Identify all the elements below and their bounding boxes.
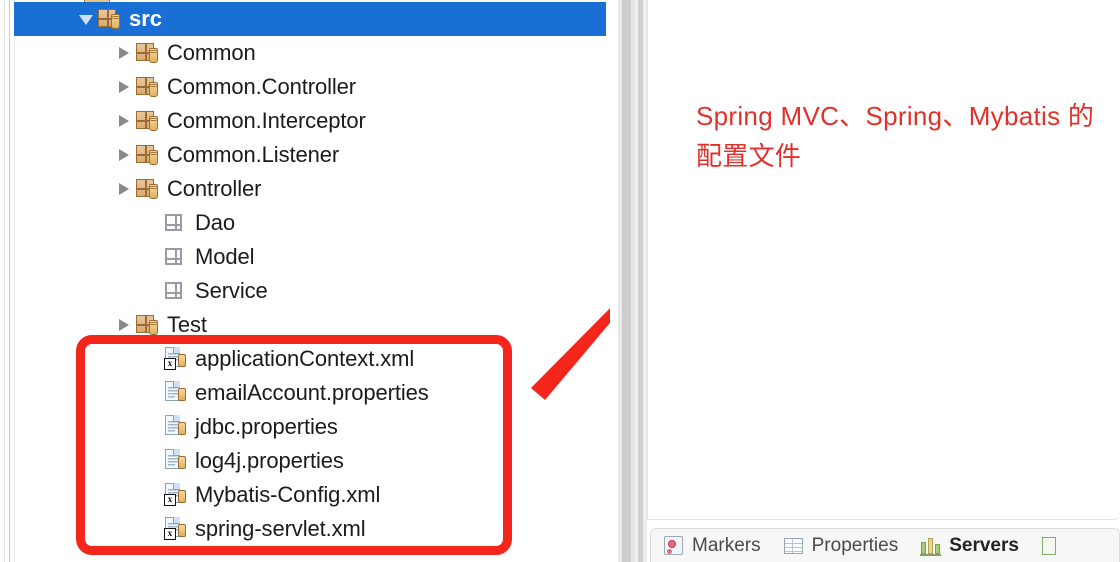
empty-package-icon: [164, 212, 188, 234]
view-tab-properties[interactable]: Properties: [783, 534, 899, 557]
bottom-view-tab-bar[interactable]: Markers Properties Servers: [650, 528, 1120, 562]
twisty-placeholder: [142, 240, 164, 274]
indent-spacer: [14, 206, 142, 240]
chevron-right-icon[interactable]: [114, 104, 136, 138]
package-icon: [136, 314, 160, 336]
tree-item-common-controller[interactable]: Common.Controller: [14, 70, 356, 104]
tree-item-common-listener[interactable]: Common.Listener: [14, 138, 339, 172]
tree-item-label: Test: [167, 312, 207, 337]
tree-item-log4j-properties[interactable]: log4j.properties: [14, 444, 344, 478]
xml-file-icon: x: [164, 482, 188, 508]
tree-item-label: Model: [195, 244, 255, 269]
tree-item-dao[interactable]: Dao: [14, 206, 235, 240]
indent-spacer: [14, 376, 142, 410]
tree-item-controller[interactable]: Controller: [14, 172, 261, 206]
tree-item-common[interactable]: Common: [14, 36, 256, 70]
tree-item-emailaccount-properties[interactable]: emailAccount.properties: [14, 376, 429, 410]
tree-item-label: Dao: [195, 210, 236, 235]
package-icon: [136, 178, 160, 200]
tree-item-label: src: [129, 6, 163, 31]
tree-item-common-interceptor[interactable]: Common.Interceptor: [14, 104, 366, 138]
tree-item-label: Common.Interceptor: [167, 108, 366, 133]
chevron-right-icon[interactable]: [114, 70, 136, 104]
tree-item-jdbc-properties[interactable]: jdbc.properties: [14, 410, 338, 444]
indent-spacer: [14, 138, 114, 172]
package-icon: [136, 110, 160, 132]
properties-file-icon: [164, 448, 188, 474]
tree-item-applicationcontext-xml[interactable]: x applicationContext.xml: [14, 342, 414, 376]
twisty-placeholder: [142, 376, 164, 410]
servers-icon: [920, 536, 942, 556]
view-tab-label: Markers: [692, 534, 761, 556]
tree-item-test[interactable]: Test: [14, 308, 207, 342]
properties-table-icon: [783, 536, 805, 556]
empty-package-icon: [164, 280, 188, 302]
tree-item-label: jdbc.properties: [195, 414, 338, 439]
chevron-down-icon[interactable]: [76, 2, 98, 36]
indent-spacer: [14, 274, 142, 308]
tree-item-label: emailAccount.properties: [195, 380, 429, 405]
view-tab-label: Properties: [811, 534, 899, 556]
twisty-placeholder: [142, 478, 164, 512]
chevron-right-icon[interactable]: [114, 138, 136, 172]
indent-spacer: [14, 444, 142, 478]
tree-item-service[interactable]: Service: [14, 274, 268, 308]
twisty-placeholder: [142, 512, 164, 546]
indent-spacer: [14, 104, 114, 138]
panel-divider: [610, 0, 618, 562]
tree-item-spring-servlet-xml[interactable]: x spring-servlet.xml: [14, 512, 366, 546]
tree-item-src[interactable]: src: [14, 2, 606, 36]
editor-panel[interactable]: Spring MVC、Spring、Mybatis 的配置文件: [647, 0, 1120, 520]
tree-item-label: Common.Controller: [167, 74, 357, 99]
twisty-placeholder: [142, 444, 164, 478]
chevron-right-icon[interactable]: [114, 36, 136, 70]
view-tab-partial-icon[interactable]: [1041, 536, 1063, 556]
indent-spacer: [14, 512, 142, 546]
xml-file-icon: x: [164, 346, 188, 372]
package-icon: [136, 76, 160, 98]
tree-item-label: Service: [195, 278, 268, 303]
tree-item-label: Common.Listener: [167, 142, 340, 167]
xml-file-icon: x: [164, 516, 188, 542]
package-icon: [136, 144, 160, 166]
panel-edge-line: [9, 0, 10, 562]
package-icon: [98, 8, 122, 30]
package-icon: [136, 42, 160, 64]
indent-spacer: [14, 36, 114, 70]
view-tab-markers[interactable]: Markers: [663, 535, 761, 557]
chevron-right-icon[interactable]: [114, 308, 136, 342]
package-explorer-panel[interactable]: src Common Common.Controller Common.Interce…: [0, 0, 610, 562]
tree-item-label: Controller: [167, 176, 262, 201]
indent-spacer: [14, 2, 76, 36]
twisty-placeholder: [142, 206, 164, 240]
tree-item-mybatis-config-xml[interactable]: x Mybatis-Config.xml: [14, 478, 380, 512]
tree-item-label: spring-servlet.xml: [195, 516, 366, 541]
annotation-text: Spring MVC、Spring、Mybatis 的配置文件: [696, 101, 1095, 171]
indent-spacer: [14, 478, 142, 512]
empty-package-icon: [164, 246, 188, 268]
panel-edge-line: [4, 0, 5, 562]
twisty-placeholder: [142, 342, 164, 376]
indent-spacer: [14, 240, 142, 274]
properties-file-icon: [164, 414, 188, 440]
indent-spacer: [14, 70, 114, 104]
view-tab-servers[interactable]: Servers: [920, 535, 1019, 557]
indent-spacer: [14, 410, 142, 444]
tree-item-label: Common: [167, 40, 256, 65]
tree-item-label: applicationContext.xml: [195, 346, 415, 371]
view-tab-label: Servers: [949, 534, 1019, 556]
indent-spacer: [14, 308, 114, 342]
chevron-right-icon[interactable]: [114, 172, 136, 206]
markers-icon: [663, 535, 685, 556]
properties-file-icon: [164, 380, 188, 406]
twisty-placeholder: [142, 274, 164, 308]
twisty-placeholder: [142, 410, 164, 444]
panel-divider-handle[interactable]: [622, 0, 631, 562]
indent-spacer: [14, 342, 142, 376]
tree-item-label: Mybatis-Config.xml: [195, 482, 381, 507]
indent-spacer: [14, 172, 114, 206]
tree-item-model[interactable]: Model: [14, 240, 255, 274]
tree-item-label: log4j.properties: [195, 448, 344, 473]
